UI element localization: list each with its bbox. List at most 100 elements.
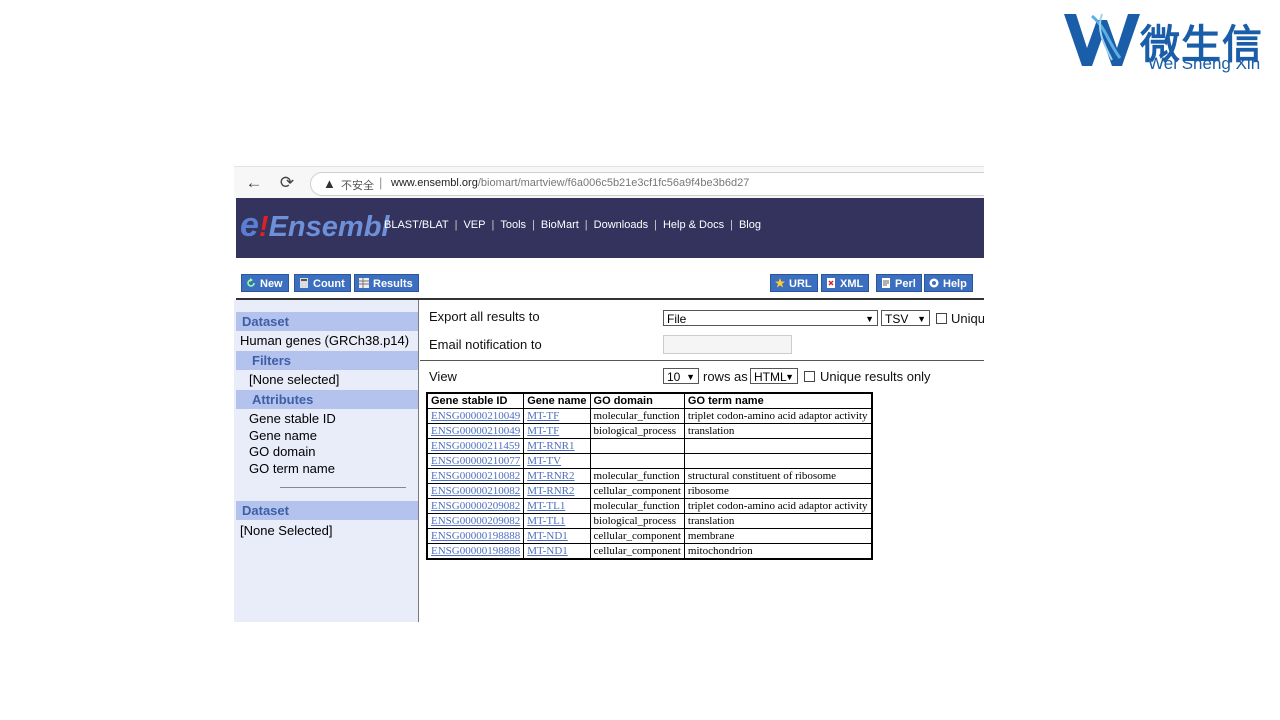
gene-id-link[interactable]: ENSG00000209082 [426,498,525,514]
column-header: GO term name [683,392,873,409]
go-term-cell: structural constituent of ribosome [683,468,873,484]
format-select[interactable]: TSV ▼ [881,310,930,326]
go-term-cell: triplet codon-amino acid adaptor activit… [683,408,873,424]
export-target-value: File [667,312,687,326]
gene-id-link[interactable]: ENSG00000209082 [426,513,525,529]
gene-name-link[interactable]: MT-RNR2 [523,483,591,499]
go-term-cell [683,438,873,454]
dataset-value[interactable]: Human genes (GRCh38.p14) [240,333,409,348]
insecure-label[interactable]: 不安全 [341,177,374,193]
ensembl-nav: BLAST/BLAT | VEP | Tools | BioMart | Downloads | H… [384,219,761,231]
dataset-heading[interactable]: Dataset [236,312,419,331]
gene-name-link[interactable]: MT-TV [523,453,591,469]
rows-as-label: rows as [703,369,748,384]
new-label: New [260,278,283,290]
gene-id-link[interactable]: ENSG00000210077 [426,453,525,469]
logo-text: Ensembl [268,211,390,243]
unique-label-cut: Uniqu [951,311,984,326]
nav-blog[interactable]: Blog [739,219,761,231]
xml-button[interactable]: XML [821,274,870,292]
gene-id-link[interactable]: ENSG00000210049 [426,408,525,424]
filters-heading[interactable]: Filters [236,351,419,370]
script-icon [882,278,890,288]
chevron-down-icon: ▼ [686,372,695,382]
nav-downloads[interactable]: Downloads [594,219,648,231]
back-arrow-icon[interactable]: ← [244,173,264,193]
help-label: Help [943,278,967,290]
table-row: ENSG00000210049 MT-TF biological_process tr… [426,423,873,439]
nav-separator: | [491,219,495,231]
gene-id-link[interactable]: ENSG00000210082 [426,468,525,484]
table-row: ENSG00000209082 MT-TL1 molecular_function t… [426,498,873,514]
results-table: Gene stable ID Gene name GO domain GO te… [426,392,873,560]
go-domain-cell: molecular_function [589,408,685,424]
panel-divider [418,300,419,622]
results-button[interactable]: Results [354,274,419,292]
gene-id-link[interactable]: ENSG00000198888 [426,528,525,544]
email-input[interactable] [663,335,792,354]
gene-id-link[interactable]: ENSG00000210082 [426,483,525,499]
nav-blast-blat[interactable]: BLAST/BLAT [384,219,449,231]
nav-tools[interactable]: Tools [500,219,526,231]
count-button[interactable]: Count [294,274,351,292]
gene-name-link[interactable]: MT-RNR1 [523,438,591,454]
go-domain-cell: cellular_component [589,483,685,499]
gene-name-link[interactable]: MT-ND1 [523,543,591,560]
section-divider [420,360,984,361]
url-field[interactable]: ▲ 不安全 | www.ensembl.org/biomart/martview… [310,172,984,196]
export-target-select[interactable]: File ▼ [663,310,878,326]
gene-name-link[interactable]: MT-RNR2 [523,468,591,484]
attributes-heading[interactable]: Attributes [236,390,419,409]
attribute-item[interactable]: GO domain [249,444,315,459]
help-button[interactable]: Help [924,274,973,292]
results-label: Results [373,278,413,290]
go-domain-cell: cellular_component [589,543,685,560]
dataset2-value[interactable]: [None Selected] [240,523,333,538]
go-domain-cell: molecular_function [589,468,685,484]
gene-name-link[interactable]: MT-TL1 [523,498,591,514]
calculator-icon [300,278,308,288]
url-text[interactable]: www.ensembl.org/biomart/martview/f6a006c… [391,177,749,189]
help-circle-icon [929,278,939,288]
table-row: ENSG00000210049 MT-TF molecular_function tr… [426,408,873,424]
view-format-select[interactable]: HTML ▼ [750,368,798,384]
column-header: Gene stable ID [426,392,525,409]
nav-help-docs[interactable]: Help & Docs [663,219,724,231]
go-term-cell: translation [683,513,873,529]
nav-separator: | [532,219,535,231]
gene-name-link[interactable]: MT-ND1 [523,528,591,544]
go-term-cell: mitochondrion [683,543,873,560]
table-row: ENSG00000209082 MT-TL1 biological_process t… [426,513,873,529]
gene-id-link[interactable]: ENSG00000211459 [426,438,525,454]
gene-id-link[interactable]: ENSG00000198888 [426,543,525,560]
gene-name-link[interactable]: MT-TF [523,408,591,424]
perl-label: Perl [895,278,916,290]
email-label: Email notification to [429,337,542,352]
gene-id-link[interactable]: ENSG00000210049 [426,423,525,439]
attribute-item[interactable]: GO term name [249,461,335,476]
perl-button[interactable]: Perl [876,274,922,292]
weishengxin-logo: 微生信 Wei Sheng Xin [1062,8,1274,74]
unique-results-checkbox[interactable] [804,371,815,382]
chevron-down-icon: ▼ [865,314,874,324]
attribute-item[interactable]: Gene stable ID [249,411,336,426]
go-domain-cell [589,453,685,469]
format-value: TSV [885,312,909,326]
new-button[interactable]: New [241,274,289,292]
attribute-item[interactable]: Gene name [249,428,317,443]
column-header: GO domain [589,392,685,409]
gene-name-link[interactable]: MT-TF [523,423,591,439]
url-button[interactable]: URL [770,274,818,292]
filters-value[interactable]: [None selected] [249,372,339,387]
nav-separator: | [730,219,733,231]
nav-vep[interactable]: VEP [463,219,485,231]
url-separator: | [379,175,383,190]
dataset2-heading[interactable]: Dataset [236,501,419,520]
unique-checkbox-export[interactable] [936,313,947,324]
nav-biomart[interactable]: BioMart [541,219,579,231]
ensembl-logo[interactable]: e!Ensembl [240,206,389,245]
reload-icon[interactable]: ⟳ [277,173,297,193]
go-domain-cell: biological_process [589,513,685,529]
rows-count-select[interactable]: 10 ▼ [663,368,699,384]
gene-name-link[interactable]: MT-TL1 [523,513,591,529]
